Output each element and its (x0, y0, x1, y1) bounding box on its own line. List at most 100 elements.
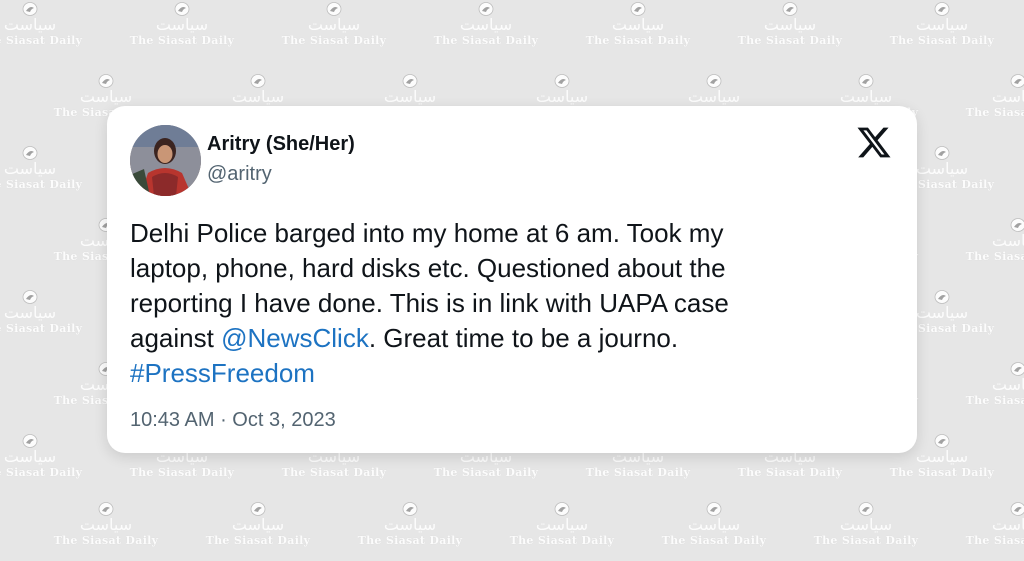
watermark-english: The Siasat Daily (433, 34, 539, 47)
avatar[interactable] (130, 125, 201, 196)
x-logo-icon[interactable] (857, 126, 891, 159)
author-name[interactable]: Aritry (She/Her) (207, 133, 355, 156)
watermark-english: The Siasat Daily (53, 534, 159, 547)
watermark-english: The Siasat Daily (0, 466, 83, 479)
bird-logo-icon (782, 2, 798, 16)
watermark-english: The Siasat Daily (965, 106, 1024, 119)
bird-logo-icon (706, 502, 722, 516)
watermark-english: The Siasat Daily (965, 250, 1024, 263)
watermark-english: The Siasat Daily (129, 34, 235, 47)
watermark-urdu: سیاست (383, 515, 437, 534)
watermark-english: The Siasat Daily (281, 466, 387, 479)
bird-logo-icon (1010, 502, 1024, 516)
bird-logo-icon (22, 434, 38, 448)
watermark-urdu: سیاست (991, 375, 1024, 394)
watermark-tile: سیاستThe Siasat Daily (350, 502, 470, 561)
watermark-english: The Siasat Daily (205, 534, 311, 547)
watermark-tile: سیاستThe Siasat Daily (0, 2, 90, 64)
bird-logo-icon (1010, 218, 1024, 232)
watermark-tile: سیاستThe Siasat Daily (958, 362, 1024, 424)
watermark-tile: سیاستThe Siasat Daily (654, 502, 774, 561)
tweet-timestamp[interactable]: 10:43 AM · Oct 3, 2023 (130, 409, 336, 432)
bird-logo-icon (402, 502, 418, 516)
bird-logo-icon (174, 2, 190, 16)
bird-logo-icon (934, 290, 950, 304)
watermark-tile: سیاستThe Siasat Daily (502, 502, 622, 561)
bird-logo-icon (858, 502, 874, 516)
watermark-english: The Siasat Daily (737, 34, 843, 47)
watermark-tile: سیاستThe Siasat Daily (958, 218, 1024, 280)
bird-logo-icon (250, 502, 266, 516)
tweet-text: Delhi Police barged into my home at 6 am… (130, 216, 890, 391)
watermark-urdu: سیاست (991, 231, 1024, 250)
watermark-english: The Siasat Daily (737, 466, 843, 479)
watermark-urdu: سیاست (991, 515, 1024, 534)
watermark-english: The Siasat Daily (281, 34, 387, 47)
watermark-urdu: سیاست (3, 303, 57, 322)
watermark-tile: سیاستThe Siasat Daily (958, 74, 1024, 136)
watermark-tile: سیاستThe Siasat Daily (426, 2, 546, 64)
watermark-tile: سیاستThe Siasat Daily (0, 434, 90, 496)
watermark-urdu: سیاست (3, 447, 57, 466)
watermark-urdu: سیاست (231, 87, 285, 106)
bird-logo-icon (98, 502, 114, 516)
bird-logo-icon (858, 74, 874, 88)
watermark-urdu: سیاست (915, 15, 969, 34)
mention-link[interactable]: @NewsClick (221, 323, 369, 353)
tweet-date: Oct 3, 2023 (232, 409, 336, 431)
bird-logo-icon (478, 2, 494, 16)
watermark-english: The Siasat Daily (585, 466, 691, 479)
hashtag-link[interactable]: #PressFreedom (130, 358, 315, 388)
bird-logo-icon (630, 2, 646, 16)
tweet-card: Aritry (She/Her) @aritry Delhi Police ba… (107, 106, 917, 453)
watermark-urdu: سیاست (991, 87, 1024, 106)
tweet-time: 10:43 AM (130, 409, 215, 431)
watermark-urdu: سیاست (231, 515, 285, 534)
watermark-tile: سیاستThe Siasat Daily (730, 2, 850, 64)
tweet-text-line: laptop, phone, hard disks etc. Questione… (130, 253, 726, 283)
bird-logo-icon (1010, 362, 1024, 376)
timestamp-separator: · (214, 409, 233, 431)
watermark-urdu: سیاست (79, 87, 133, 106)
watermark-english: The Siasat Daily (0, 34, 83, 47)
watermark-urdu: سیاست (535, 515, 589, 534)
watermark-urdu: سیاست (611, 15, 665, 34)
watermark-urdu: سیاست (3, 159, 57, 178)
watermark-tile: سیاستThe Siasat Daily (274, 2, 394, 64)
watermark-urdu: سیاست (687, 515, 741, 534)
bird-logo-icon (402, 74, 418, 88)
watermark-urdu: سیاست (155, 15, 209, 34)
watermark-english: The Siasat Daily (661, 534, 767, 547)
bird-logo-icon (22, 290, 38, 304)
watermark-urdu: سیاست (307, 15, 361, 34)
bird-logo-icon (22, 146, 38, 160)
watermark-english: The Siasat Daily (357, 534, 463, 547)
watermark-urdu: سیاست (763, 15, 817, 34)
bird-logo-icon (1010, 74, 1024, 88)
watermark-tile: سیاستThe Siasat Daily (198, 502, 318, 561)
watermark-tile: سیاستThe Siasat Daily (958, 502, 1024, 561)
watermark-english: The Siasat Daily (889, 466, 995, 479)
watermark-tile: سیاستThe Siasat Daily (122, 2, 242, 64)
tweet-text-line: Delhi Police barged into my home at 6 am… (130, 218, 724, 248)
bird-logo-icon (934, 146, 950, 160)
watermark-english: The Siasat Daily (813, 534, 919, 547)
bird-logo-icon (554, 74, 570, 88)
watermark-english: The Siasat Daily (965, 534, 1024, 547)
watermark-english: The Siasat Daily (0, 178, 83, 191)
author-handle[interactable]: @aritry (207, 163, 272, 186)
watermark-tile: سیاستThe Siasat Daily (578, 2, 698, 64)
watermark-tile: سیاستThe Siasat Daily (0, 146, 90, 208)
watermark-english: The Siasat Daily (585, 34, 691, 47)
watermark-tile: سیاستThe Siasat Daily (806, 502, 926, 561)
watermark-english: The Siasat Daily (509, 534, 615, 547)
watermark-urdu: سیاست (3, 15, 57, 34)
bird-logo-icon (326, 2, 342, 16)
bird-logo-icon (934, 434, 950, 448)
watermark-urdu: سیاست (459, 15, 513, 34)
watermark-urdu: سیاست (687, 87, 741, 106)
watermark-english: The Siasat Daily (433, 466, 539, 479)
watermark-tile: سیاستThe Siasat Daily (0, 290, 90, 352)
bird-logo-icon (250, 74, 266, 88)
watermark-english: The Siasat Daily (965, 394, 1024, 407)
